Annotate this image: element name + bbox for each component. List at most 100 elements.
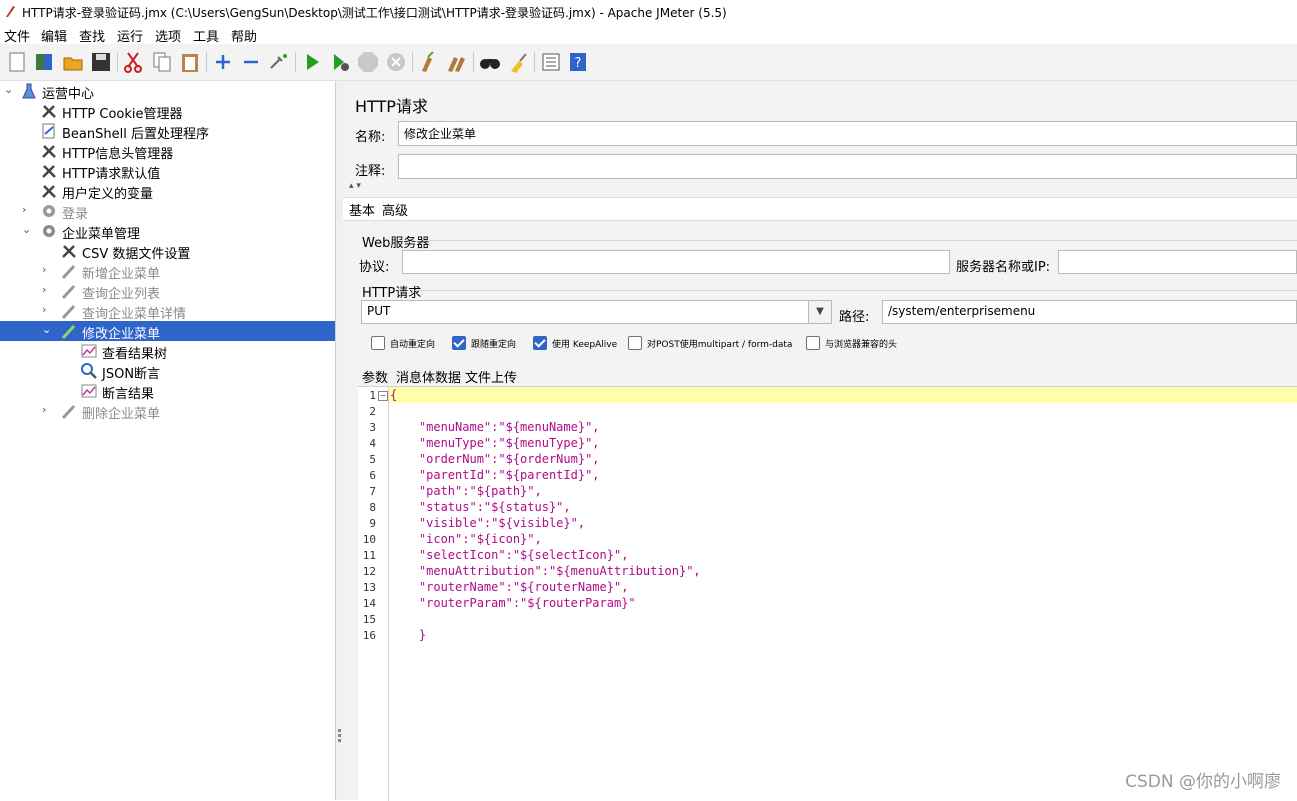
tree-item[interactable]: 用户定义的变量 — [0, 181, 335, 202]
code-line: "routerName":"${routerName}", — [390, 580, 629, 594]
collapse-arrows-icon[interactable]: ▴ ▾ — [349, 181, 361, 191]
test-plan-tree[interactable]: ⌄ 运营中心 HTTP Cookie管理器 BeanShell 后置处理程序 HTTP信… — [0, 81, 336, 800]
remove-icon[interactable] — [240, 51, 262, 73]
fold-icon[interactable]: − — [378, 391, 388, 401]
clear-all-icon[interactable] — [446, 51, 468, 73]
path-field[interactable]: /system/enterprisemenu — [882, 300, 1297, 324]
menu-help[interactable]: 帮助 — [231, 26, 257, 45]
multipart-checkbox[interactable] — [628, 336, 642, 350]
clear-icon[interactable] — [418, 51, 440, 73]
sampler-icon — [61, 304, 76, 320]
tab-body-data[interactable]: 消息体数据 — [396, 367, 462, 388]
tree-item[interactable]: 查看结果树 — [0, 341, 335, 362]
assertion-icon — [81, 363, 97, 379]
comment-field[interactable] — [398, 154, 1297, 179]
browser-headers-label: 与浏览器兼容的头 — [825, 340, 898, 350]
tree-item[interactable]: › 查询企业菜单详情 — [0, 301, 335, 322]
tree-item[interactable]: › 查询企业列表 — [0, 281, 335, 302]
line-number: 5 — [369, 453, 376, 466]
code-line: "orderNum":"${orderNum}", — [390, 452, 600, 466]
new-icon[interactable] — [6, 51, 28, 73]
follow-redirects-label: 跟随重定向 — [471, 340, 517, 350]
split-pane-divider[interactable] — [336, 81, 343, 800]
stop-icon[interactable] — [357, 51, 379, 73]
function-helper-icon[interactable] — [540, 51, 562, 73]
chevron-down-icon[interactable]: ▼ — [808, 301, 831, 323]
chevron-right-icon[interactable]: › — [42, 263, 54, 277]
tree-item-label: CSV 数据文件设置 — [82, 247, 191, 262]
tree-item[interactable]: CSV 数据文件设置 — [0, 241, 335, 262]
body-data-editor[interactable]: 1 2 3 4 5 6 7 8 9 10 11 12 13 14 15 16− { "menuName":"$… — [358, 386, 1297, 801]
save-icon[interactable] — [90, 51, 112, 73]
keepalive-checkbox[interactable] — [533, 336, 547, 350]
sampler-icon — [61, 404, 76, 420]
tree-item[interactable]: ⌄ 企业菜单管理 — [0, 221, 335, 242]
tree-item[interactable]: HTTP信息头管理器 — [0, 141, 335, 162]
server-field[interactable] — [1058, 250, 1297, 274]
chevron-right-icon[interactable]: › — [42, 303, 54, 317]
tab-basic[interactable]: 基本 — [349, 200, 375, 219]
tree-item[interactable]: BeanShell 后置处理程序 — [0, 121, 335, 142]
chevron-down-icon[interactable]: ⌄ — [42, 323, 54, 337]
menu-options[interactable]: 选项 — [155, 26, 181, 45]
start-icon[interactable] — [301, 51, 323, 73]
tree-item[interactable]: › 删除企业菜单 — [0, 401, 335, 422]
tree-item[interactable]: HTTP Cookie管理器 — [0, 101, 335, 122]
tree-item-label: 查询企业菜单详情 — [82, 307, 187, 322]
chevron-down-icon[interactable]: ⌄ — [4, 83, 16, 97]
search-icon[interactable] — [479, 51, 501, 73]
code-line: "visible":"${visible}", — [390, 516, 586, 530]
start-no-pause-icon[interactable] — [329, 51, 351, 73]
tab-advanced[interactable]: 高级 — [382, 200, 408, 219]
chevron-right-icon[interactable]: › — [42, 403, 54, 417]
tree-item-label: 查询企业列表 — [82, 287, 161, 302]
chevron-down-icon[interactable]: ⌄ — [22, 223, 34, 237]
tree-item-label: HTTP Cookie管理器 — [62, 107, 183, 122]
protocol-field[interactable] — [402, 250, 950, 274]
open-icon[interactable] — [62, 51, 84, 73]
line-number: 7 — [369, 485, 376, 498]
tab-parameters[interactable]: 参数 — [362, 367, 388, 386]
browser-headers-checkbox[interactable] — [806, 336, 820, 350]
line-number-gutter: 1 2 3 4 5 6 7 8 9 10 11 12 13 14 15 16− — [358, 387, 389, 801]
keepalive-label: 使用 KeepAlive — [552, 340, 618, 350]
line-number: 15 — [362, 613, 376, 626]
listener-icon — [81, 384, 97, 398]
code-line: "menuName":"${menuName}", — [390, 420, 600, 434]
watermark: CSDN @你的小啊廖 — [1125, 772, 1281, 792]
method-select[interactable]: PUT ▼ — [361, 300, 832, 324]
path-label: 路径: — [839, 310, 870, 325]
menu-edit[interactable]: 编辑 — [41, 26, 67, 45]
help-icon[interactable]: ? — [567, 51, 589, 73]
menu-run[interactable]: 运行 — [117, 26, 143, 45]
shutdown-icon[interactable] — [385, 51, 407, 73]
tree-item[interactable]: › 新增企业菜单 — [0, 261, 335, 282]
name-field[interactable]: 修改企业菜单 — [398, 121, 1297, 146]
config-icon — [42, 185, 56, 198]
tree-item[interactable]: HTTP请求默认值 — [0, 161, 335, 182]
copy-icon[interactable] — [151, 51, 173, 73]
chevron-right-icon[interactable]: › — [22, 203, 34, 217]
reset-search-icon[interactable] — [507, 51, 529, 73]
tree-item-label: BeanShell 后置处理程序 — [62, 127, 209, 142]
line-number: 6 — [369, 469, 376, 482]
cut-icon[interactable] — [122, 51, 144, 73]
web-server-title: Web服务器 — [362, 236, 430, 251]
tree-item[interactable]: JSON断言 — [0, 361, 335, 382]
line-number: 12 — [362, 565, 376, 578]
tree-item[interactable]: ⌄ 修改企业菜单 — [0, 321, 335, 342]
menu-search[interactable]: 查找 — [79, 26, 105, 45]
paste-icon[interactable] — [179, 51, 201, 73]
tree-item[interactable]: ⌄ 运营中心 — [0, 81, 335, 102]
chevron-right-icon[interactable]: › — [42, 283, 54, 297]
templates-icon[interactable] — [33, 51, 55, 73]
menu-tools[interactable]: 工具 — [193, 26, 219, 45]
tree-item[interactable]: 断言结果 — [0, 381, 335, 402]
tree-item[interactable]: › 登录 — [0, 201, 335, 222]
menu-file[interactable]: 文件 — [4, 26, 30, 45]
follow-redirects-checkbox[interactable] — [452, 336, 466, 350]
tab-files-upload[interactable]: 文件上传 — [465, 367, 517, 386]
follow-auto-redirect-checkbox[interactable] — [371, 336, 385, 350]
toggle-icon[interactable] — [268, 51, 290, 73]
add-icon[interactable] — [212, 51, 234, 73]
